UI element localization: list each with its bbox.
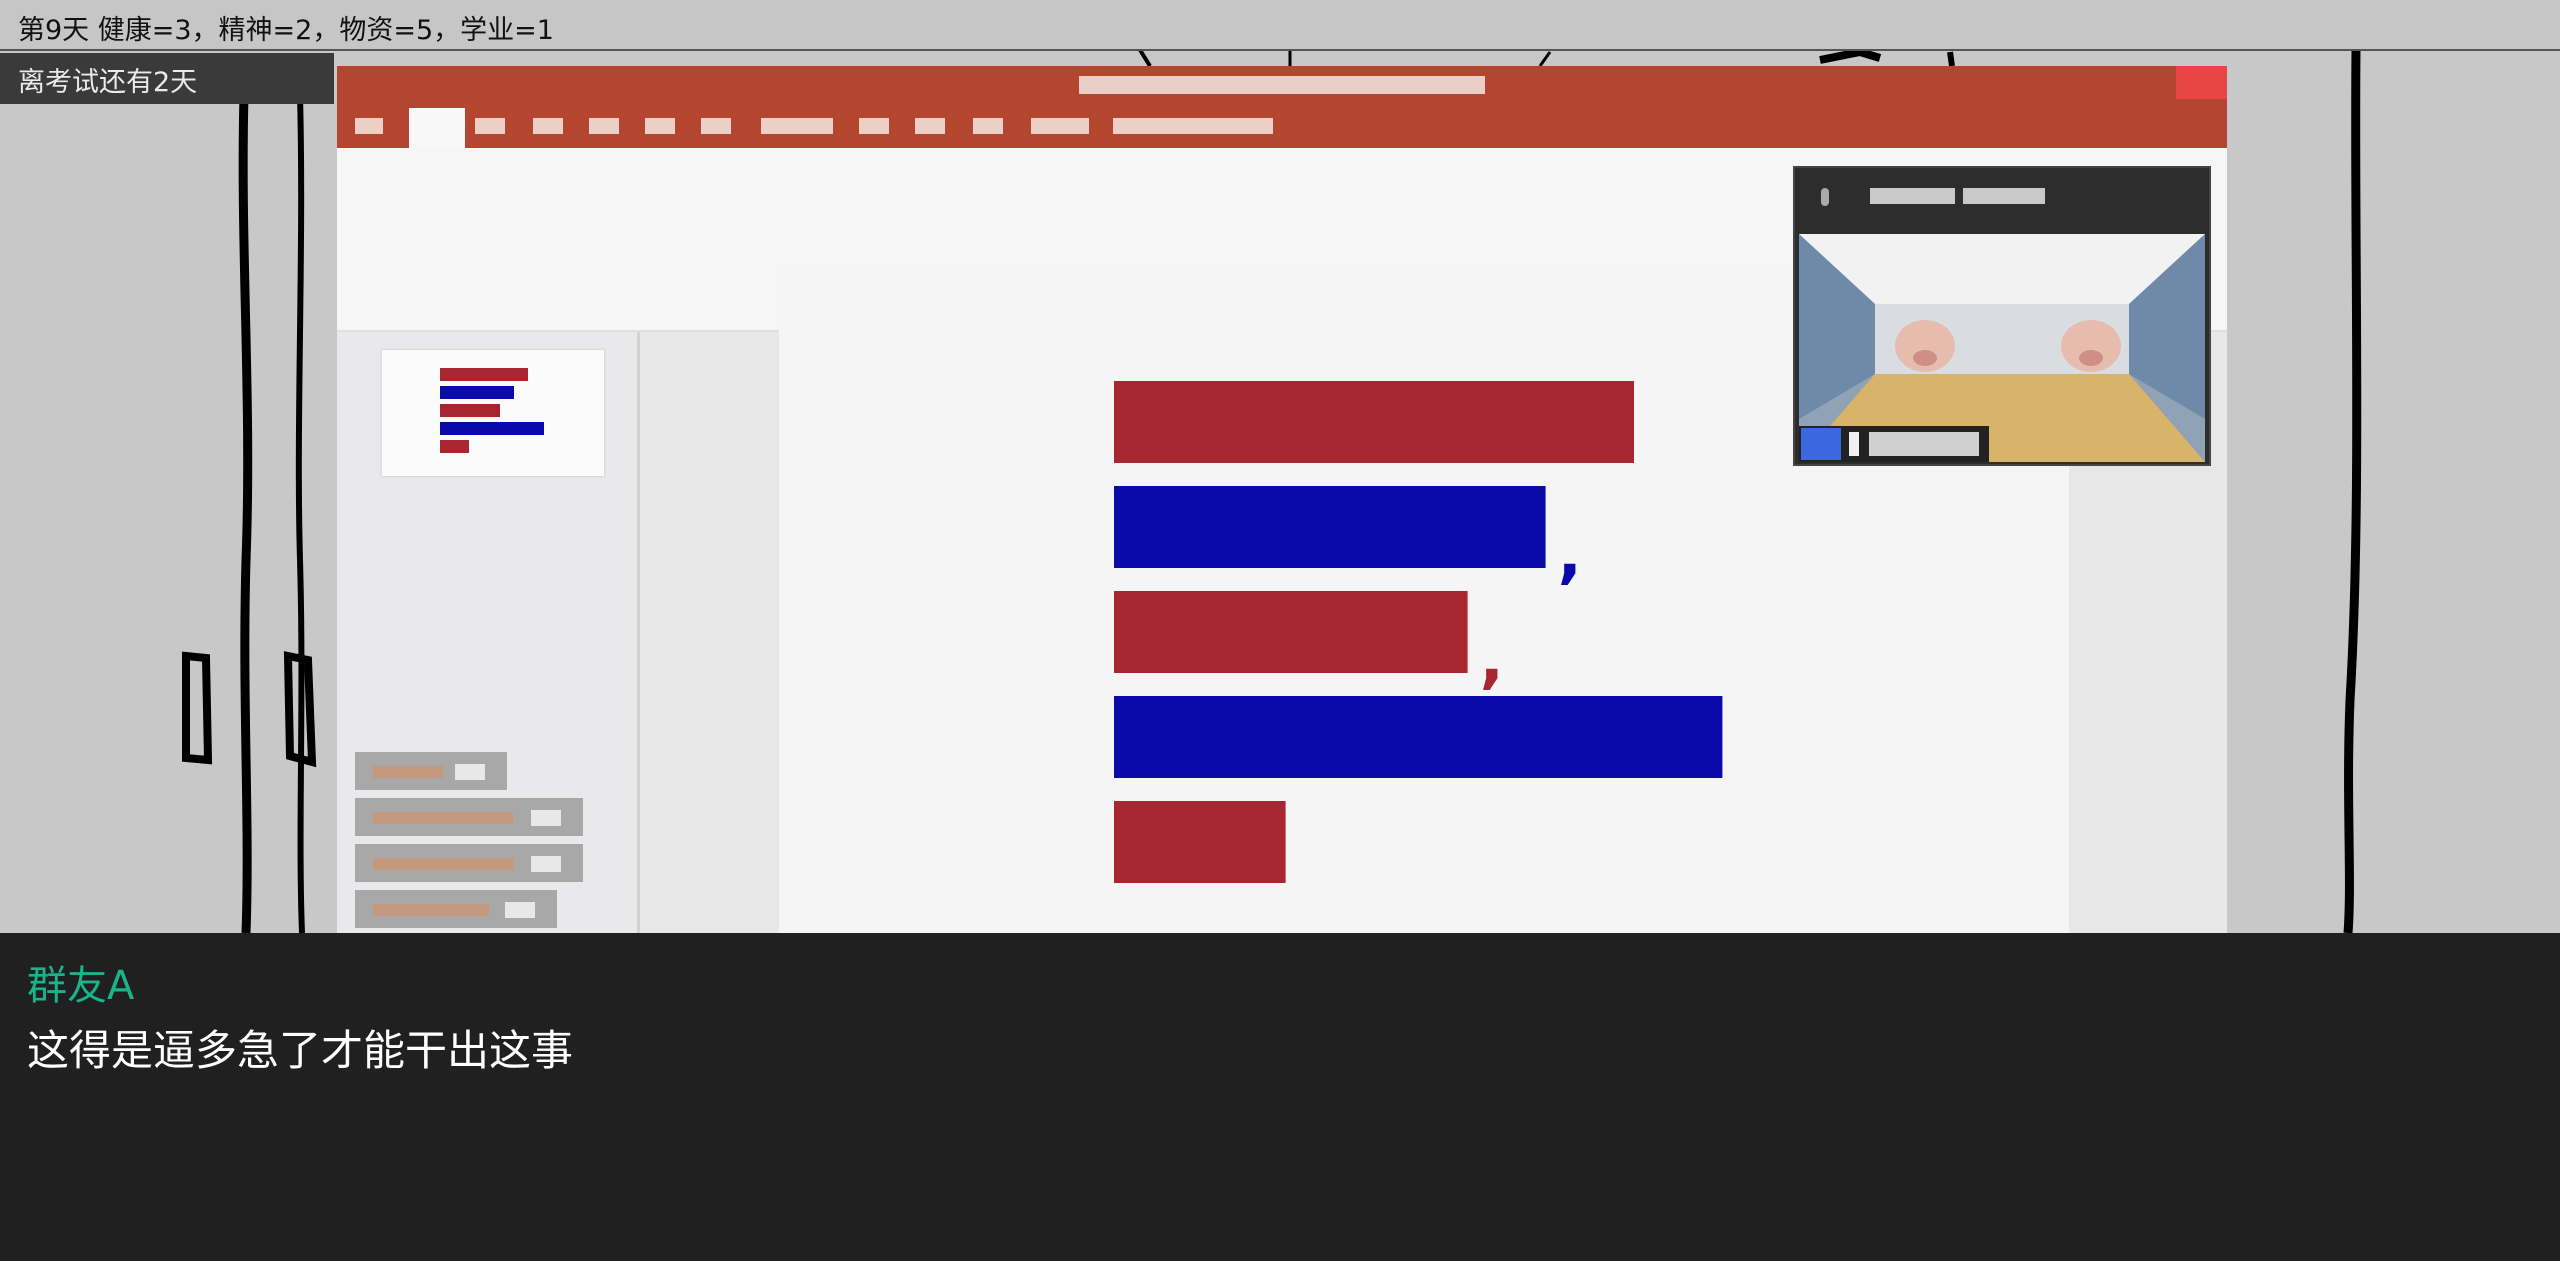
taskbar-item[interactable] <box>355 798 583 836</box>
ribbon-tab-animations[interactable] <box>645 118 675 134</box>
taskbar-item[interactable] <box>355 844 583 882</box>
video-frame <box>1799 234 2205 462</box>
sketch-line-left-outer <box>238 94 253 933</box>
sketch-top-5 <box>1947 51 1955 67</box>
chart-bar-2 <box>1114 486 1546 568</box>
thumbnail-chart <box>440 368 544 453</box>
taskbar-item[interactable] <box>355 890 557 928</box>
chart-bar-mark-3: , <box>1480 623 1504 697</box>
ppt-titlebar <box>337 66 2227 148</box>
video-time-blur <box>1963 188 2045 204</box>
ribbon-tab-transitions[interactable] <box>589 118 619 134</box>
status-bar: 第9天 健康=3，精神=2，物资=5，学业=1 <box>0 0 2560 51</box>
close-icon[interactable] <box>2176 66 2227 99</box>
dialog-text: 这得是逼多急了才能干出这事 <box>27 1026 574 1075</box>
exam-countdown: 离考试还有2天 <box>0 53 334 104</box>
ribbon-tab-file[interactable] <box>355 118 383 134</box>
chart-bar-5 <box>1114 801 1286 883</box>
taskbar-item[interactable] <box>355 752 507 790</box>
ppt-title-text-blur <box>1079 76 1485 94</box>
video-title-blur <box>1870 188 1955 204</box>
ribbon-tab-search[interactable] <box>1113 118 1273 134</box>
ribbon-tab-insert[interactable] <box>475 118 505 134</box>
presentation-window: ,, <box>337 66 2227 933</box>
chart-bar-1 <box>1114 381 1634 463</box>
chart-bar-3 <box>1114 591 1468 673</box>
game-scene: ,, <box>0 0 2560 933</box>
speaker-name: 群友A <box>27 963 135 1009</box>
video-call-overlay[interactable] <box>1793 166 2211 466</box>
slide-thumbnail[interactable] <box>382 350 604 476</box>
ribbon-tab-home[interactable] <box>409 108 465 148</box>
ribbon-tab-help[interactable] <box>915 118 945 134</box>
mic-icon <box>1821 188 1829 206</box>
status-text: 第9天 健康=3，精神=2，物资=5，学业=1 <box>18 15 554 46</box>
sketch-line-left-inner <box>295 94 305 933</box>
slide-thumbnail-pane <box>337 332 640 933</box>
chart-bar-4 <box>1114 696 1723 778</box>
ribbon-tab-design[interactable] <box>533 118 563 134</box>
dialog-box[interactable]: 群友A 这得是逼多急了才能干出这事 <box>0 933 2560 1261</box>
ribbon-tab-slideshow[interactable] <box>701 118 731 134</box>
ribbon-tab-view[interactable] <box>859 118 889 134</box>
countdown-text: 离考试还有2天 <box>18 67 198 98</box>
ribbon-tab-extra1[interactable] <box>973 118 1003 134</box>
ribbon-tab-extra2[interactable] <box>1031 118 1089 134</box>
ribbon-tab-review[interactable] <box>761 118 833 134</box>
chart-bar-mark-2: , <box>1558 518 1582 592</box>
